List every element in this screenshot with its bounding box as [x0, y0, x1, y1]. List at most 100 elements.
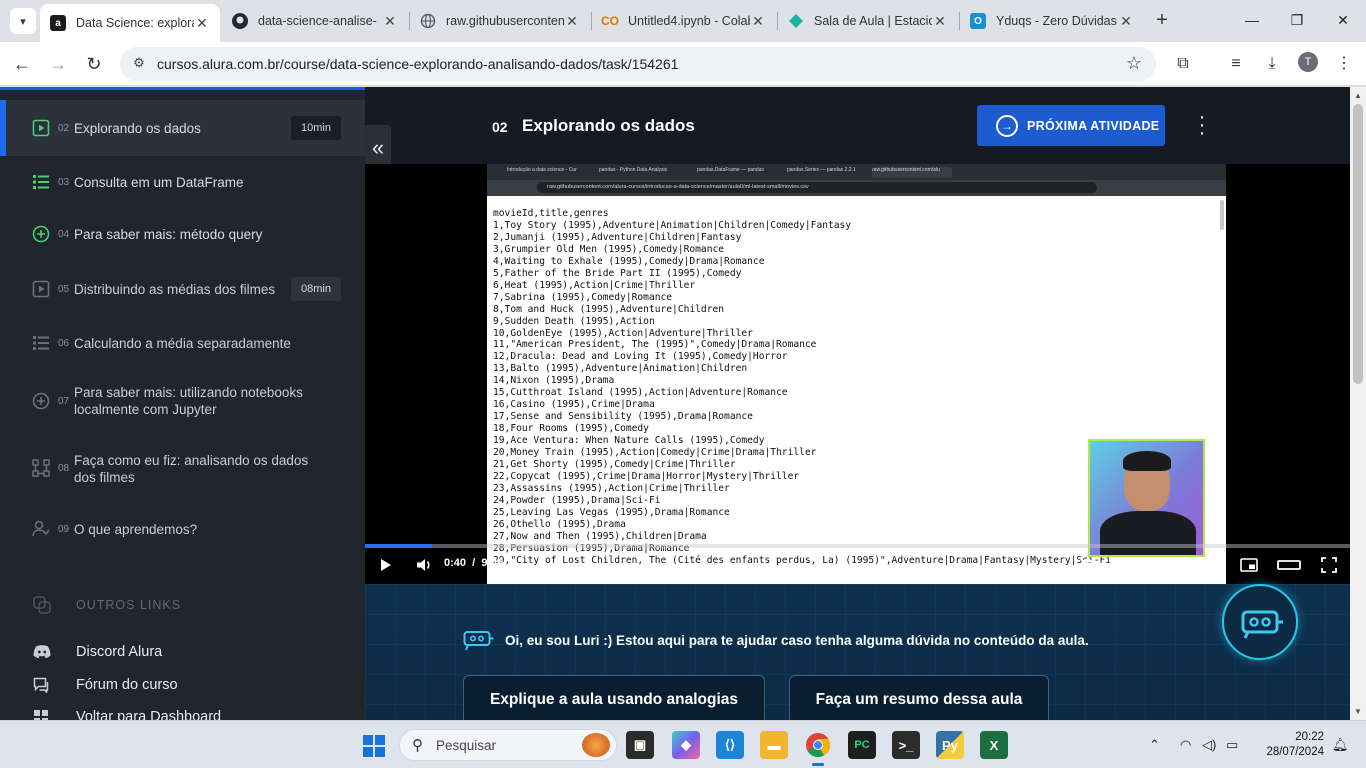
more-options-icon[interactable]: · · · [1197, 107, 1207, 143]
video-player[interactable]: Introdução a data science - Cur pandas -… [365, 164, 1350, 584]
close-window-button[interactable]: ✕ [1320, 8, 1366, 32]
tab-estacio[interactable]: Sala de Aula | Estacio ✕ [778, 4, 958, 38]
csv-line: 2,Jumanji (1995),Adventure|Children|Fant… [493, 231, 742, 243]
play-icon[interactable] [379, 556, 393, 574]
address-bar[interactable]: ⚙ cursos.alura.com.br/course/data-scienc… [120, 47, 1156, 81]
battery-icon[interactable]: ▭ [1226, 737, 1238, 753]
tab-search-button[interactable]: ▾ [10, 8, 36, 34]
dashboard-link[interactable]: Voltar para Dashboard [33, 708, 221, 720]
terminal-icon[interactable]: >_ [892, 731, 920, 759]
scrollbar-thumb[interactable] [1353, 104, 1363, 384]
tab-yduqs[interactable]: O Yduqs - Zero Dúvidas ✕ [960, 4, 1144, 38]
chrome-icon[interactable] [804, 731, 832, 766]
list-icon [33, 336, 49, 350]
fullscreen-icon[interactable] [1321, 556, 1337, 574]
minimize-button[interactable]: — [1229, 8, 1275, 32]
extensions-icon[interactable]: ⧉ [1172, 53, 1194, 75]
picture-in-picture-icon[interactable] [1240, 556, 1258, 574]
close-tab-icon[interactable]: ✕ [382, 13, 398, 30]
luri-chat-button[interactable] [1222, 584, 1298, 660]
close-tab-icon[interactable]: ✕ [750, 13, 766, 30]
csv-line: 6,Heat (1995),Action|Crime|Thriller [493, 279, 696, 291]
new-tab-button[interactable]: + [1150, 9, 1174, 33]
inner-scrollbar [1220, 200, 1224, 230]
csv-content: movieId,title,genres 1,Toy Story (1995),A… [493, 208, 1111, 567]
wifi-icon[interactable]: ◠ [1180, 737, 1191, 753]
links-icon [33, 596, 51, 614]
close-tab-icon[interactable]: ✕ [194, 15, 210, 32]
search-icon: ⚲ [412, 737, 423, 754]
suggestion-summary-button[interactable]: Faça um resumo dessa aula [789, 675, 1049, 720]
next-activity-button[interactable]: → PRÓXIMA ATIVIDADE [977, 105, 1165, 146]
lesson-item-05[interactable]: 05 Distribuindo as médias dos filmes 08m… [0, 260, 365, 318]
task-view-icon[interactable]: ▣ [626, 731, 654, 759]
link-label: Discord Alura [76, 644, 163, 660]
tab-title: Data Science: explora [76, 16, 194, 30]
notifications-icon[interactable]: 🔔︎ [1332, 737, 1349, 753]
copilot-icon[interactable]: ◆ [672, 731, 700, 759]
lesson-item-04[interactable]: 04 Para saber mais: método query [0, 208, 365, 260]
back-button[interactable]: ← [9, 51, 35, 77]
menu-icon[interactable]: ⋮ [1333, 53, 1355, 75]
hierarchy-icon [32, 459, 50, 477]
csv-line: 20,Money Train (1995),Action|Comedy|Crim… [493, 447, 817, 459]
csv-line: 22,Copycat (1995),Crime|Drama|Horror|Mys… [493, 470, 800, 482]
system-clock[interactable]: 20:22 28/07/2024 [1258, 730, 1324, 760]
tab-github[interactable]: data-science-analise- ✕ [222, 4, 408, 38]
windows-start-icon[interactable] [363, 735, 385, 757]
bookmark-star-icon[interactable]: ☆ [1126, 53, 1142, 74]
scroll-down-icon[interactable]: ▼ [1354, 707, 1362, 716]
restore-button[interactable]: ❐ [1274, 8, 1320, 32]
tab-raw-github[interactable]: raw.githubusercontent ✕ [410, 4, 590, 38]
lesson-number: 08 [58, 463, 70, 474]
close-tab-icon[interactable]: ✕ [564, 13, 580, 30]
suggestion-analogies-button[interactable]: Explique a aula usando analogias [463, 675, 765, 720]
vscode-icon[interactable]: ⟨⟩ [716, 731, 744, 759]
csv-line: 26,Othello (1995),Drama [493, 518, 626, 530]
close-tab-icon[interactable]: ✕ [1118, 13, 1134, 30]
volume-tray-icon[interactable]: ◁) [1202, 737, 1216, 753]
skip-forward-icon[interactable] [1079, 556, 1097, 574]
discord-icon [33, 645, 51, 659]
playback-rate-button[interactable]: 1x [1120, 556, 1137, 573]
captions-icon[interactable] [1160, 556, 1178, 574]
lesson-item-02[interactable]: 02 Explorando os dados 10min [0, 100, 365, 156]
lesson-number: 06 [58, 338, 70, 349]
tab-colab[interactable]: CO Untitled4.ipynb - Colab ✕ [592, 4, 776, 38]
taskbar-search[interactable]: ⚲ Pesquisar [399, 729, 617, 761]
tab-alura[interactable]: a Data Science: explora ✕ [40, 4, 220, 42]
scroll-up-icon[interactable]: ▲ [1354, 91, 1362, 100]
lesson-item-03[interactable]: 03 Consulta em um DataFrame [0, 156, 365, 208]
excel-icon[interactable]: X [980, 731, 1008, 759]
profile-avatar[interactable]: T [1298, 52, 1318, 72]
file-explorer-icon[interactable]: ▬ [760, 731, 788, 759]
csv-line: 27,Now and Then (1995),Children|Drama [493, 530, 707, 542]
close-tab-icon[interactable]: ✕ [932, 13, 948, 30]
tray-overflow-icon[interactable]: ⌃ [1149, 737, 1160, 753]
reload-button[interactable]: ↻ [81, 51, 107, 77]
lesson-item-07[interactable]: 07 Para saber mais: utilizando notebooks… [0, 368, 365, 434]
theater-mode-icon[interactable] [1277, 556, 1301, 574]
pycharm-icon[interactable]: PC [848, 731, 876, 759]
lesson-item-09[interactable]: 09 O que aprendemos? [0, 504, 365, 554]
forward-button[interactable]: → [45, 51, 71, 77]
volume-icon[interactable] [415, 556, 433, 574]
settings-icon[interactable] [1200, 556, 1218, 574]
site-info-icon[interactable]: ⚙ [130, 55, 148, 73]
python-icon[interactable]: Py [936, 731, 964, 759]
yduqs-icon: O [970, 13, 986, 29]
active-indicator [0, 100, 6, 156]
progress-track[interactable] [365, 544, 1350, 548]
lesson-item-06[interactable]: 06 Calculando a média separadamente [0, 318, 365, 368]
lesson-label: Explorando os dados [74, 121, 201, 136]
downloads-icon[interactable]: ⤓ [1261, 53, 1283, 75]
forum-link[interactable]: Fórum do curso [33, 676, 178, 694]
lesson-item-08[interactable]: 08 Faça como eu fiz: analisando os dados… [0, 434, 365, 504]
media-controls-icon[interactable]: ≡ [1225, 53, 1247, 75]
colab-icon: CO [601, 14, 619, 28]
browser-tab-bar: ▾ a Data Science: explora ✕ data-science… [0, 0, 1366, 42]
inner-tab: Introdução a data science - Cur [507, 167, 577, 173]
url-text: cursos.alura.com.br/course/data-science-… [157, 56, 679, 72]
discord-link[interactable]: Discord Alura [33, 643, 162, 661]
page-scrollbar[interactable]: ▲ ▼ [1350, 87, 1366, 720]
